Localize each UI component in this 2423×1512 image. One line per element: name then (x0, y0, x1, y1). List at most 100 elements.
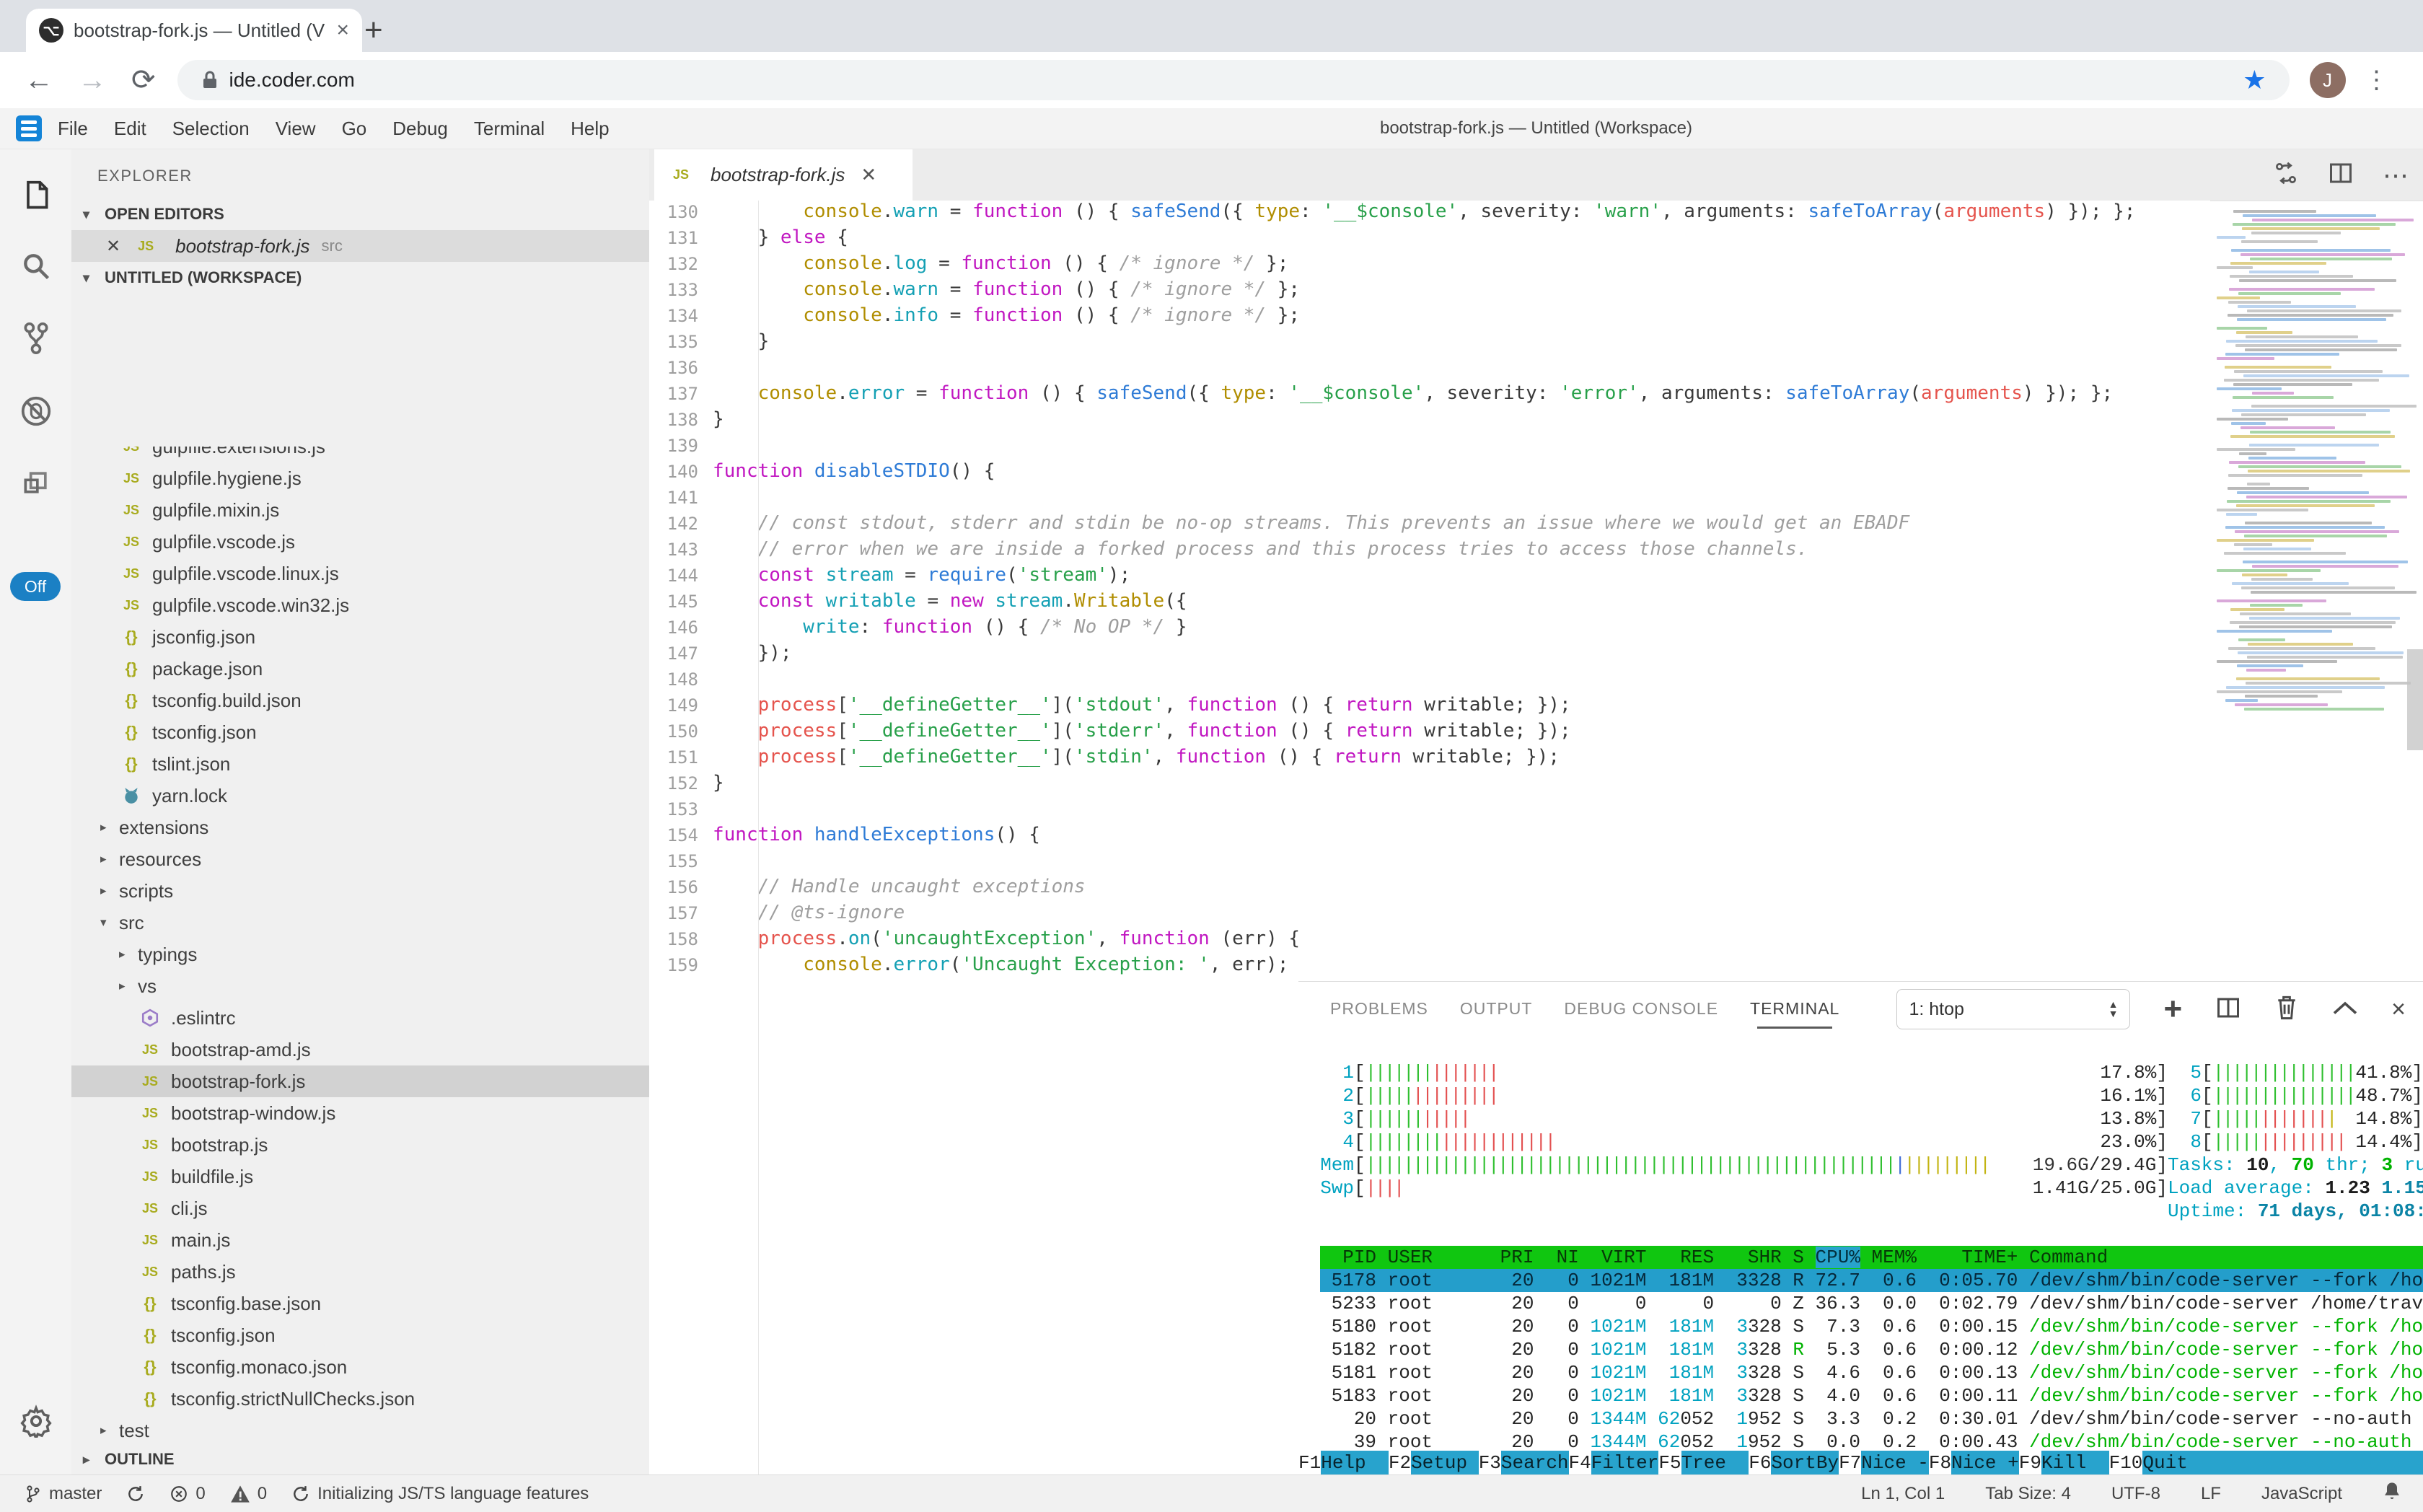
browser-menu-icon[interactable]: ⋮ (2365, 66, 2389, 94)
fkey-F5[interactable]: F5 (1658, 1451, 1681, 1475)
tree-item-gulpfile.vscode.linux.js[interactable]: JSgulpfile.vscode.linux.js (71, 558, 649, 589)
tree-item-vs[interactable]: ▸vs (71, 970, 649, 1002)
close-icon[interactable]: ✕ (106, 236, 120, 257)
new-tab-button[interactable]: + (364, 16, 383, 45)
explorer-icon[interactable] (0, 178, 71, 216)
maximize-panel-icon[interactable] (2332, 999, 2358, 1020)
htop-table-header[interactable]: PID USER PRI NI VIRT RES SHR S CPU% MEM%… (1320, 1246, 2423, 1269)
tree-item-tsconfig.json[interactable]: {}tsconfig.json (71, 716, 649, 748)
terminal[interactable]: 1[||||||||||||||17.8%] 5[|||||||||||||||… (1320, 1035, 2423, 1475)
fkey-F8[interactable]: F8 (1929, 1451, 1951, 1475)
panel-tab-debug-console[interactable]: DEBUG CONSOLE (1564, 999, 1718, 1019)
menu-help[interactable]: Help (571, 118, 609, 139)
online-status-badge[interactable]: Off (10, 572, 61, 601)
reload-icon[interactable]: ⟳ (131, 63, 156, 97)
tree-item-test[interactable]: ▸test (71, 1415, 649, 1442)
tab-close-icon[interactable]: ✕ (861, 164, 876, 186)
menu-file[interactable]: File (58, 118, 88, 139)
menu-edit[interactable]: Edit (114, 118, 146, 139)
search-icon[interactable] (0, 250, 71, 286)
fkey-F6[interactable]: F6 (1749, 1451, 1771, 1475)
terminal-select[interactable]: 1: htop ▲▼ (1896, 989, 2130, 1029)
open-changes-icon[interactable] (2273, 160, 2299, 190)
menu-selection[interactable]: Selection (172, 118, 250, 139)
fkey-F2[interactable]: F2 (1389, 1451, 1411, 1475)
panel-tab-problems[interactable]: PROBLEMS (1330, 999, 1428, 1019)
tree-item-tsconfig.monaco.json[interactable]: {}tsconfig.monaco.json (71, 1351, 649, 1383)
app-logo-icon[interactable] (16, 115, 42, 141)
editor-tab[interactable]: JS bootstrap-fork.js ✕ (654, 149, 913, 201)
htop-process-row[interactable]: 5183 root 20 0 1021M 181M 3328 S 4.0 0.6… (1320, 1384, 2423, 1407)
language-mode[interactable]: JavaScript (2261, 1484, 2342, 1504)
browser-tab[interactable]: ⌥ bootstrap-fork.js — Untitled (V × (26, 9, 362, 52)
editor-scrollbar[interactable] (2407, 649, 2423, 750)
close-panel-icon[interactable]: × (2391, 995, 2406, 1024)
eol[interactable]: LF (2201, 1484, 2221, 1504)
fkey-F10[interactable]: F10 (2109, 1451, 2143, 1475)
tree-item-cli.js[interactable]: JScli.js (71, 1192, 649, 1224)
menu-terminal[interactable]: Terminal (474, 118, 545, 139)
outline-section[interactable]: ▸ OUTLINE (71, 1443, 649, 1475)
htop-process-row[interactable]: 5180 root 20 0 1021M 181M 3328 S 7.3 0.6… (1320, 1315, 2423, 1338)
cursor-position[interactable]: Ln 1, Col 1 (1861, 1484, 1945, 1504)
fkey-F4[interactable]: F4 (1569, 1451, 1591, 1475)
htop-process-row[interactable]: 20 root 20 0 1344M 62052 1952 S 3.3 0.2 … (1320, 1407, 2423, 1430)
fkey-F1[interactable]: F1 (1298, 1451, 1321, 1475)
fkey-F7[interactable]: F7 (1839, 1451, 1861, 1475)
tree-item-gulpfile.hygiene.js[interactable]: JSgulpfile.hygiene.js (71, 462, 649, 494)
tree-item-gulpfile.vscode.js[interactable]: JSgulpfile.vscode.js (71, 526, 649, 558)
tree-item-resources[interactable]: ▸resources (71, 843, 649, 875)
errors-indicator[interactable]: 0 (170, 1484, 205, 1504)
tree-item-package.json[interactable]: {}package.json (71, 653, 649, 685)
menu-go[interactable]: Go (342, 118, 367, 139)
split-terminal-icon[interactable] (2215, 995, 2241, 1024)
workspace-header[interactable]: ▾ UNTITLED (WORKSPACE) (71, 262, 649, 294)
menu-view[interactable]: View (276, 118, 316, 139)
tree-item-tsconfig.strictNullChecks.json[interactable]: {}tsconfig.strictNullChecks.json (71, 1383, 649, 1415)
tree-item-yarn.lock[interactable]: yarn.lock (71, 780, 649, 812)
htop-process-row[interactable]: 5178 root 20 0 1021M 181M 3328 R 72.7 0.… (1320, 1269, 2423, 1292)
tree-item-jsconfig.json[interactable]: {}jsconfig.json (71, 621, 649, 653)
tree-item-bootstrap-window.js[interactable]: JSbootstrap-window.js (71, 1097, 649, 1129)
debug-icon[interactable] (0, 395, 71, 431)
extensions-icon[interactable] (0, 467, 71, 502)
forward-icon[interactable]: → (78, 64, 107, 97)
encoding[interactable]: UTF-8 (2111, 1484, 2160, 1504)
tree-item-gulpfile.extensions.js[interactable]: JSgulpfile.extensions.js (71, 447, 649, 462)
open-editor-item[interactable]: ✕ JS bootstrap-fork.js src (71, 230, 649, 262)
htop-process-row[interactable]: 5233 root 20 0 0 0 0 Z 36.3 0.0 0:02.79 … (1320, 1292, 2423, 1315)
tree-item-.eslintrc[interactable]: .eslintrc (71, 1002, 649, 1034)
tree-item-tsconfig.build.json[interactable]: {}tsconfig.build.json (71, 685, 649, 716)
source-control-icon[interactable] (0, 321, 71, 359)
split-editor-icon[interactable] (2328, 160, 2354, 190)
htop-process-row[interactable]: 5182 root 20 0 1021M 181M 3328 R 5.3 0.6… (1320, 1338, 2423, 1361)
menu-debug[interactable]: Debug (392, 118, 448, 139)
tree-item-tsconfig.json[interactable]: {}tsconfig.json (71, 1319, 649, 1351)
sync-icon[interactable] (126, 1485, 145, 1503)
tree-item-typings[interactable]: ▸typings (71, 939, 649, 970)
tree-item-bootstrap.js[interactable]: JSbootstrap.js (71, 1129, 649, 1161)
tree-item-tslint.json[interactable]: {}tslint.json (71, 748, 649, 780)
bookmark-star-icon[interactable]: ★ (2243, 65, 2266, 95)
bell-icon[interactable] (2383, 1481, 2401, 1506)
language-status-message[interactable]: Initializing JS/TS language features (291, 1484, 589, 1504)
warnings-indicator[interactable]: 0 (230, 1484, 267, 1504)
fkey-F3[interactable]: F3 (1479, 1451, 1501, 1475)
branch-indicator[interactable]: master (25, 1484, 102, 1504)
tab-size[interactable]: Tab Size: 4 (1985, 1484, 2071, 1504)
tree-item-src[interactable]: ▾src (71, 907, 649, 939)
more-actions-icon[interactable]: ⋯ (2383, 168, 2409, 183)
panel-tab-output[interactable]: OUTPUT (1460, 999, 1533, 1019)
tree-item-buildfile.js[interactable]: JSbuildfile.js (71, 1161, 649, 1192)
htop-function-key-bar[interactable]: F1Help F2Setup F3SearchF4FilterF5Tree F6… (1298, 1451, 2423, 1475)
open-editors-header[interactable]: ▾ OPEN EDITORS (71, 198, 649, 230)
tree-item-gulpfile.vscode.win32.js[interactable]: JSgulpfile.vscode.win32.js (71, 589, 649, 621)
tree-item-gulpfile.mixin.js[interactable]: JSgulpfile.mixin.js (71, 494, 649, 526)
address-bar[interactable]: ide.coder.com ★ (177, 60, 2290, 100)
tree-item-bootstrap-fork.js[interactable]: JSbootstrap-fork.js (71, 1065, 649, 1097)
avatar[interactable]: J (2310, 62, 2346, 98)
kill-terminal-icon[interactable] (2274, 994, 2299, 1025)
fkey-F9[interactable]: F9 (2019, 1451, 2041, 1475)
tree-item-paths.js[interactable]: JSpaths.js (71, 1256, 649, 1288)
panel-tab-terminal[interactable]: TERMINAL (1750, 999, 1839, 1019)
